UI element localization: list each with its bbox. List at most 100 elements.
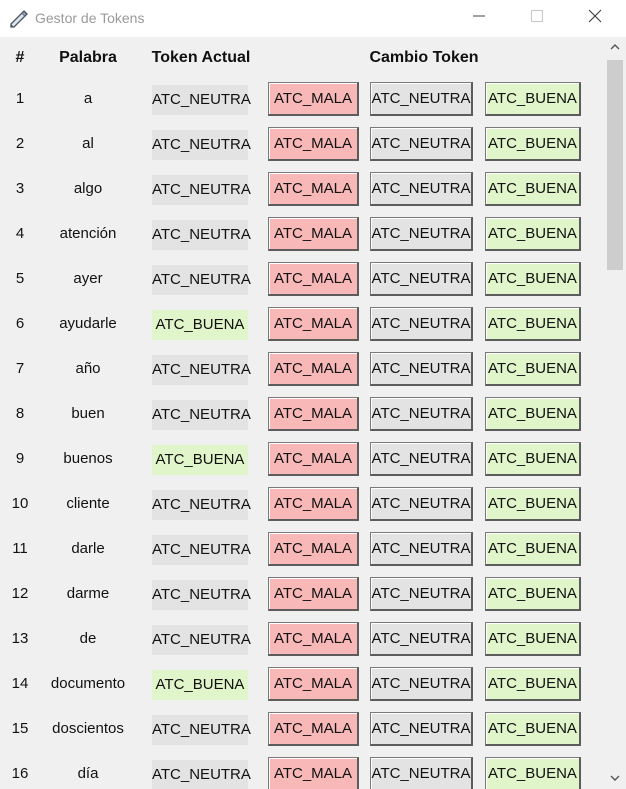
maximize-icon — [530, 9, 544, 28]
set-neutra-button[interactable]: ATC_NEUTRA — [370, 487, 473, 521]
window-title: Gestor de Tokens — [35, 10, 145, 26]
set-buena-button[interactable]: ATC_BUENA — [485, 172, 581, 206]
header-current-token: Token Actual — [151, 49, 251, 66]
row-number: 6 — [15, 315, 25, 332]
scroll-down-button[interactable] — [604, 768, 626, 788]
header-change-token: Cambio Token — [369, 49, 479, 66]
table-row: 14 documento ATC_BUENA ATC_MALA ATC_NEUTRA AT… — [0, 662, 604, 707]
set-neutra-button[interactable]: ATC_NEUTRA — [370, 82, 473, 116]
table-row: 1 a ATC_NEUTRA ATC_MALA ATC_NEUTRA ATC_BUENA — [0, 77, 604, 122]
table-row: 9 buenos ATC_BUENA ATC_MALA ATC_NEUTRA ATC_BU… — [0, 437, 604, 482]
scroll-up-button[interactable] — [604, 37, 626, 57]
maximize-button[interactable] — [508, 0, 566, 37]
set-buena-button[interactable]: ATC_BUENA — [485, 127, 581, 161]
row-word: buenos — [63, 450, 113, 467]
set-mala-button[interactable]: ATC_MALA — [268, 667, 359, 701]
set-neutra-button[interactable]: ATC_NEUTRA — [370, 757, 473, 789]
current-token-label: ATC_NEUTRA — [152, 265, 251, 295]
set-neutra-button[interactable]: ATC_NEUTRA — [370, 307, 473, 341]
set-neutra-button[interactable]: ATC_NEUTRA — [370, 352, 473, 386]
set-mala-button[interactable]: ATC_MALA — [268, 127, 359, 161]
close-button[interactable] — [566, 0, 624, 37]
set-buena-button[interactable]: ATC_BUENA — [485, 352, 581, 386]
set-neutra-button[interactable]: ATC_NEUTRA — [370, 127, 473, 161]
minimize-button[interactable] — [450, 0, 508, 37]
current-token-label: ATC_BUENA — [152, 670, 248, 700]
chevron-down-icon — [610, 769, 620, 787]
set-neutra-button[interactable]: ATC_NEUTRA — [370, 397, 473, 431]
row-number: 8 — [15, 405, 25, 422]
row-word: documento — [50, 675, 126, 692]
table-row: 13 de ATC_NEUTRA ATC_MALA ATC_NEUTRA ATC_BUEN… — [0, 617, 604, 662]
set-mala-button[interactable]: ATC_MALA — [268, 442, 359, 476]
set-mala-button[interactable]: ATC_MALA — [268, 487, 359, 521]
set-buena-button[interactable]: ATC_BUENA — [485, 622, 581, 656]
close-icon — [588, 9, 602, 28]
table-row: 2 al ATC_NEUTRA ATC_MALA ATC_NEUTRA ATC_BUENA — [0, 122, 604, 167]
set-neutra-button[interactable]: ATC_NEUTRA — [370, 217, 473, 251]
current-token-label: ATC_NEUTRA — [152, 760, 251, 789]
set-neutra-button[interactable]: ATC_NEUTRA — [370, 667, 473, 701]
set-mala-button[interactable]: ATC_MALA — [268, 307, 359, 341]
set-buena-button[interactable]: ATC_BUENA — [485, 217, 581, 251]
pencil-icon — [8, 8, 30, 30]
set-neutra-button[interactable]: ATC_NEUTRA — [370, 172, 473, 206]
row-word: darme — [66, 585, 110, 602]
row-word: cliente — [66, 495, 110, 512]
table-row: 4 atención ATC_NEUTRA ATC_MALA ATC_NEUTRA ATC… — [0, 212, 604, 257]
set-neutra-button[interactable]: ATC_NEUTRA — [370, 577, 473, 611]
set-mala-button[interactable]: ATC_MALA — [268, 757, 359, 789]
row-word: ayudarle — [59, 315, 117, 332]
set-buena-button[interactable]: ATC_BUENA — [485, 712, 581, 746]
set-buena-button[interactable]: ATC_BUENA — [485, 442, 581, 476]
set-buena-button[interactable]: ATC_BUENA — [485, 667, 581, 701]
set-neutra-button[interactable]: ATC_NEUTRA — [370, 442, 473, 476]
row-number: 5 — [15, 270, 25, 287]
scroll-thumb[interactable] — [607, 60, 623, 270]
row-number: 11 — [12, 540, 28, 557]
row-word: buen — [71, 405, 105, 422]
current-token-label: ATC_NEUTRA — [152, 490, 251, 520]
set-buena-button[interactable]: ATC_BUENA — [485, 397, 581, 431]
set-buena-button[interactable]: ATC_BUENA — [485, 487, 581, 521]
set-mala-button[interactable]: ATC_MALA — [268, 712, 359, 746]
set-mala-button[interactable]: ATC_MALA — [268, 217, 359, 251]
table-row: 5 ayer ATC_NEUTRA ATC_MALA ATC_NEUTRA ATC_BUE… — [0, 257, 604, 302]
set-mala-button[interactable]: ATC_MALA — [268, 262, 359, 296]
chevron-up-icon — [610, 38, 620, 56]
set-neutra-button[interactable]: ATC_NEUTRA — [370, 622, 473, 656]
row-word: al — [82, 135, 94, 152]
set-neutra-button[interactable]: ATC_NEUTRA — [370, 712, 473, 746]
current-token-label: ATC_NEUTRA — [152, 400, 251, 430]
set-mala-button[interactable]: ATC_MALA — [268, 532, 359, 566]
set-buena-button[interactable]: ATC_BUENA — [485, 577, 581, 611]
row-number: 9 — [15, 450, 25, 467]
row-number: 13 — [11, 630, 29, 647]
current-token-label: ATC_NEUTRA — [152, 220, 251, 250]
row-number: 12 — [11, 585, 29, 602]
set-buena-button[interactable]: ATC_BUENA — [485, 262, 581, 296]
table-row: 8 buen ATC_NEUTRA ATC_MALA ATC_NEUTRA ATC_BUE… — [0, 392, 604, 437]
current-token-label: ATC_NEUTRA — [152, 85, 251, 115]
row-number: 4 — [15, 225, 25, 242]
set-mala-button[interactable]: ATC_MALA — [268, 172, 359, 206]
set-mala-button[interactable]: ATC_MALA — [268, 577, 359, 611]
table-row: 12 darme ATC_NEUTRA ATC_MALA ATC_NEUTRA ATC_B… — [0, 572, 604, 617]
set-neutra-button[interactable]: ATC_NEUTRA — [370, 532, 473, 566]
set-buena-button[interactable]: ATC_BUENA — [485, 307, 581, 341]
set-buena-button[interactable]: ATC_BUENA — [485, 82, 581, 116]
set-mala-button[interactable]: ATC_MALA — [268, 352, 359, 386]
set-mala-button[interactable]: ATC_MALA — [268, 397, 359, 431]
vertical-scrollbar[interactable] — [604, 37, 626, 789]
row-word: algo — [73, 180, 103, 197]
set-mala-button[interactable]: ATC_MALA — [268, 82, 359, 116]
set-buena-button[interactable]: ATC_BUENA — [485, 532, 581, 566]
set-buena-button[interactable]: ATC_BUENA — [485, 757, 581, 789]
table-row: 7 año ATC_NEUTRA ATC_MALA ATC_NEUTRA ATC_BUEN… — [0, 347, 604, 392]
title-bar: Gestor de Tokens — [0, 0, 626, 37]
row-number: 14 — [11, 675, 29, 692]
table-row: 3 algo ATC_NEUTRA ATC_MALA ATC_NEUTRA ATC_BUE… — [0, 167, 604, 212]
set-mala-button[interactable]: ATC_MALA — [268, 622, 359, 656]
current-token-label: ATC_NEUTRA — [152, 535, 251, 565]
set-neutra-button[interactable]: ATC_NEUTRA — [370, 262, 473, 296]
